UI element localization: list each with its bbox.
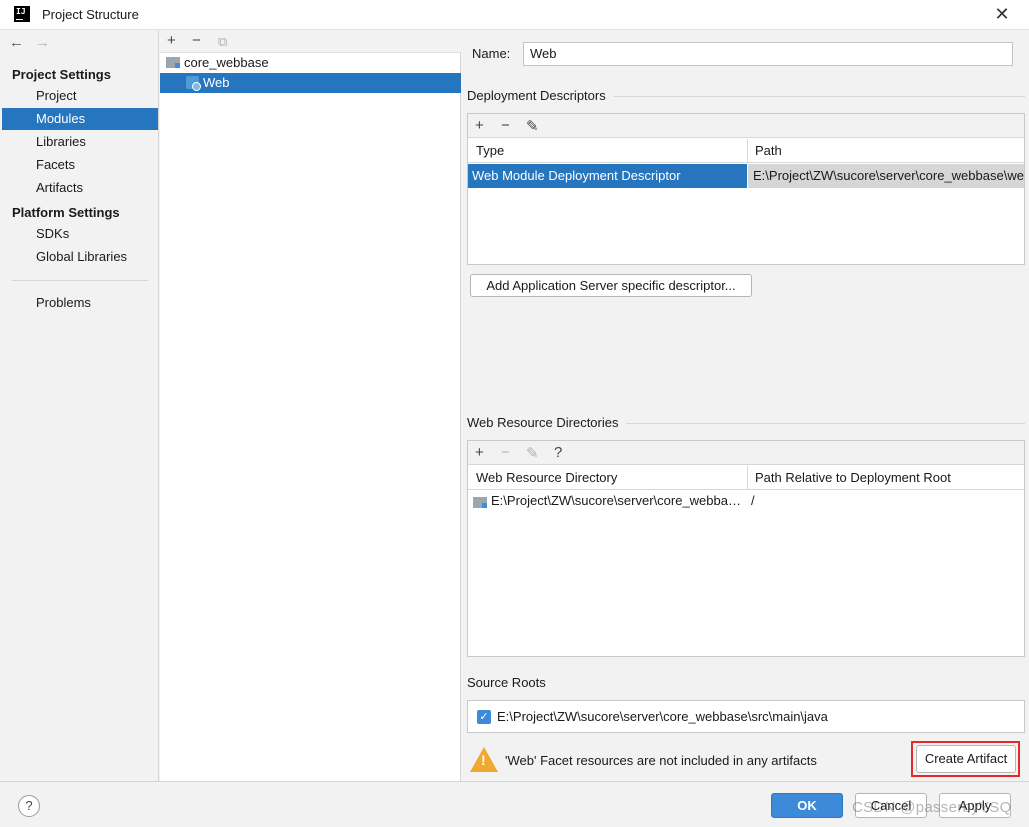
back-arrow-icon[interactable]: ← — [9, 34, 24, 51]
help-icon[interactable]: ? — [554, 444, 562, 461]
source-roots-title: Source Roots — [467, 675, 546, 690]
forward-arrow-icon[interactable]: → — [35, 34, 50, 51]
table-row[interactable]: Web Module Deployment Descriptor E:\Proj… — [468, 164, 1024, 188]
remove-resource-icon[interactable]: − — [501, 444, 510, 461]
wr-toolbar: + − ✎ ? — [468, 441, 1024, 465]
section-divider — [626, 423, 1025, 424]
platform-settings-header: Platform Settings — [12, 205, 120, 220]
dd-toolbar: + − ✎ — [468, 114, 1024, 138]
sidebar-item-project[interactable]: Project — [2, 85, 158, 107]
name-field[interactable]: Web — [523, 42, 1013, 66]
tree-node-label: Web — [203, 75, 230, 90]
add-server-descriptor-button[interactable]: Add Application Server specific descript… — [470, 274, 752, 297]
edit-resource-icon[interactable]: ✎ — [526, 444, 539, 462]
wr-directory-cell[interactable]: E:\Project\ZW\sucore\server\core_webbase… — [491, 491, 743, 511]
edit-descriptor-icon[interactable]: ✎ — [526, 117, 539, 135]
copy-icon[interactable]: ⧉ — [218, 34, 227, 50]
section-divider — [614, 96, 1025, 97]
sidebar-item-modules[interactable]: Modules — [2, 108, 158, 130]
table-row[interactable]: E:\Project\ZW\sucore\server\core_webbase… — [468, 491, 1024, 511]
column-header-directory[interactable]: Web Resource Directory — [476, 466, 617, 490]
source-roots-list: ✓ E:\Project\ZW\sucore\server\core_webba… — [467, 700, 1025, 733]
web-facet-icon — [186, 76, 201, 91]
web-resource-directories-title: Web Resource Directories — [467, 415, 619, 430]
sidebar-item-facets[interactable]: Facets — [2, 154, 158, 176]
module-tree-panel: + − ⧉ core_webbase Web — [160, 30, 461, 781]
module-folder-icon — [166, 57, 180, 68]
annotation-highlight-box — [911, 741, 1020, 777]
remove-icon[interactable]: − — [192, 32, 201, 49]
ok-button[interactable]: OK — [771, 793, 843, 818]
wr-table-header: Web Resource Directory Path Relative to … — [468, 466, 1024, 490]
add-icon[interactable]: + — [167, 32, 176, 49]
warning-message: 'Web' Facet resources are not included i… — [505, 753, 817, 768]
tree-node-core-webbase[interactable]: core_webbase — [166, 53, 461, 73]
tree-toolbar: + − ⧉ — [160, 30, 461, 53]
column-header-relative-path[interactable]: Path Relative to Deployment Root — [755, 466, 951, 490]
column-header-path[interactable]: Path — [755, 139, 782, 163]
close-icon[interactable]: ✕ — [992, 4, 1012, 24]
window-title: Project Structure — [42, 7, 139, 22]
tree-node-web[interactable]: Web — [160, 73, 461, 93]
tree-node-label: core_webbase — [184, 55, 269, 70]
column-separator — [747, 139, 748, 163]
project-settings-header: Project Settings — [12, 67, 111, 82]
column-separator — [747, 466, 748, 490]
title-bar — [0, 0, 1029, 30]
remove-descriptor-icon[interactable]: − — [501, 117, 510, 134]
dd-table-header: Type Path — [468, 139, 1024, 163]
help-button[interactable]: ? — [18, 795, 40, 817]
deployment-descriptors-title: Deployment Descriptors — [467, 88, 606, 103]
web-resource-table: + − ✎ ? Web Resource Directory Path Rela… — [467, 440, 1025, 657]
sidebar-item-global-libraries[interactable]: Global Libraries — [2, 246, 158, 268]
dd-type-cell[interactable]: Web Module Deployment Descriptor — [468, 164, 747, 188]
sidebar-item-problems[interactable]: Problems — [2, 292, 158, 314]
wr-relative-cell[interactable]: / — [751, 491, 1021, 511]
sidebar-item-artifacts[interactable]: Artifacts — [2, 177, 158, 199]
deployment-descriptors-table: + − ✎ Type Path Web Module Deployment De… — [467, 113, 1025, 265]
name-label: Name: — [472, 46, 511, 61]
watermark: CSDN @passerbyYSQ — [852, 799, 1012, 816]
source-root-path: E:\Project\ZW\sucore\server\core_webbase… — [497, 709, 828, 724]
settings-sidebar: ← → Project Settings Project Modules Lib… — [0, 30, 159, 781]
intellij-app-icon: IJ — [14, 6, 30, 22]
column-header-type[interactable]: Type — [476, 139, 504, 163]
sidebar-item-sdks[interactable]: SDKs — [2, 223, 158, 245]
resource-folder-icon — [473, 497, 487, 508]
source-root-checkbox[interactable]: ✓ — [477, 710, 491, 724]
add-descriptor-icon[interactable]: + — [475, 117, 484, 134]
warning-exclamation: ! — [481, 752, 486, 768]
add-resource-icon[interactable]: + — [475, 444, 484, 461]
sidebar-divider — [12, 280, 148, 281]
sidebar-item-libraries[interactable]: Libraries — [2, 131, 158, 153]
dd-path-cell[interactable]: E:\Project\ZW\sucore\server\core_webbase… — [748, 164, 1024, 188]
